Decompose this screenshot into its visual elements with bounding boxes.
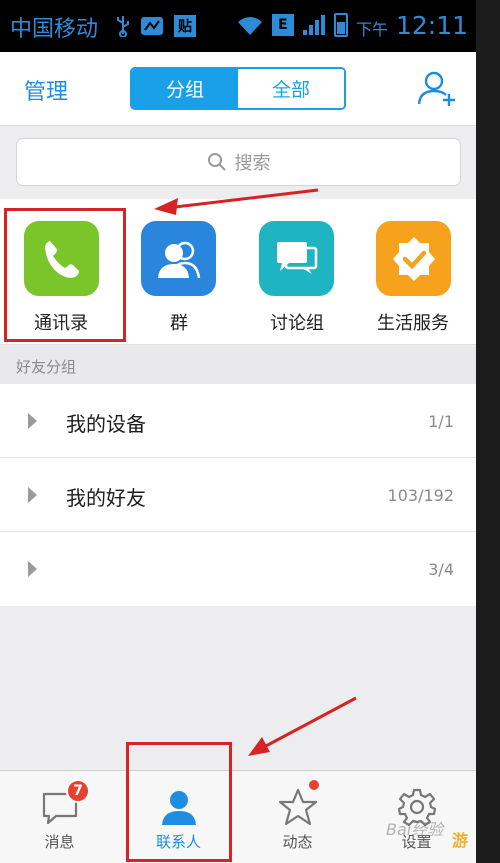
app-screen: 中国移动 贴 E 下午 12:11 管理 分组 全部 搜索 通讯录 群 讨论组 … [0, 0, 476, 863]
group-icon [141, 221, 216, 296]
status-right: E 下午 12:11 [236, 10, 468, 40]
new-activity-dot [309, 780, 319, 790]
friend-group-list: 我的设备 1/1 我的好友 103/192 3/4 [0, 384, 476, 606]
add-contact-icon[interactable] [416, 68, 456, 108]
tab-feed[interactable]: 动态 [238, 771, 357, 863]
tab-label: 动态 [282, 833, 313, 851]
search-input[interactable]: 搜索 [16, 138, 461, 186]
app-discussion[interactable]: 讨论组 [238, 199, 356, 345]
tab-messages[interactable]: 7 消息 [0, 771, 119, 863]
unread-badge: 7 [66, 779, 90, 803]
tab-contacts[interactable]: 联系人 [119, 771, 238, 863]
group-name: 我的设备 [66, 412, 146, 436]
expand-arrow-icon [28, 413, 37, 429]
tab-all[interactable]: 全部 [238, 69, 344, 108]
app-address-book[interactable]: 通讯录 [2, 199, 120, 345]
usb-icon [117, 16, 129, 37]
screen-edge [476, 0, 500, 863]
star-icon [278, 788, 318, 826]
app-label: 生活服务 [377, 313, 449, 334]
friend-groups-header: 好友分组 [0, 346, 476, 384]
group-count: 3/4 [428, 560, 454, 579]
expand-arrow-icon [28, 487, 37, 503]
contact-icon [162, 791, 196, 825]
signal-icon [302, 15, 325, 35]
badge-check-icon [376, 221, 451, 296]
clock-time: 12:11 [395, 10, 468, 40]
tab-group[interactable]: 分组 [132, 69, 238, 108]
app-label: 群 [170, 313, 188, 334]
expand-arrow-icon [28, 561, 37, 577]
app-shortcuts: 通讯录 群 讨论组 生活服务 [0, 199, 476, 345]
clock-ampm: 下午 [355, 20, 388, 39]
app-life-services[interactable]: 生活服务 [354, 199, 472, 345]
phone-icon [24, 221, 99, 296]
manage-button[interactable]: 管理 [24, 74, 68, 106]
search-icon [207, 153, 226, 171]
list-item[interactable]: 3/4 [0, 532, 476, 606]
tab-label: 联系人 [155, 833, 201, 851]
group-count: 1/1 [428, 412, 454, 431]
section-title: 好友分组 [16, 358, 77, 376]
network-type: E [271, 14, 294, 36]
chat-bubbles-icon [259, 221, 334, 296]
wifi-icon [237, 17, 262, 35]
tab-label: 消息 [44, 833, 75, 851]
group-all-toggle: 分组 全部 [130, 67, 346, 110]
search-area: 搜索 [0, 127, 476, 199]
list-item[interactable]: 我的设备 1/1 [0, 384, 476, 458]
status-bar: 中国移动 贴 E 下午 12:11 [0, 0, 476, 52]
app-label: 讨论组 [270, 313, 324, 334]
battery-icon [333, 13, 348, 37]
app-notify-icon [141, 17, 163, 35]
app-label: 通讯录 [34, 313, 88, 334]
group-count: 103/192 [387, 486, 454, 505]
list-item[interactable]: 我的好友 103/192 [0, 458, 476, 532]
top-header: 管理 分组 全部 [0, 52, 476, 126]
corner-watermark: 游 [452, 831, 469, 850]
notification-icons: 贴 [116, 12, 196, 40]
group-name: 我的好友 [66, 486, 146, 510]
app-group[interactable]: 群 [120, 199, 238, 345]
watermark: Bai经验 [386, 820, 444, 839]
search-placeholder: 搜索 [234, 153, 271, 174]
carrier-name: 中国移动 [10, 17, 99, 42]
tieba-icon: 贴 [174, 15, 196, 37]
